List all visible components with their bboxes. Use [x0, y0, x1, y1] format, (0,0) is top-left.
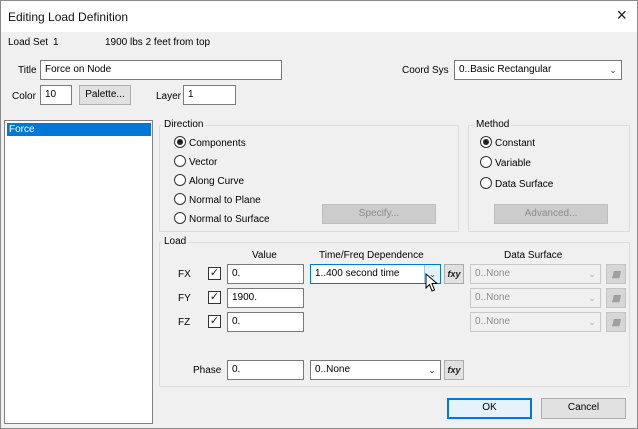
- radio-normal-to-plane-label: Normal to Plane: [189, 195, 261, 206]
- palette-button[interactable]: Palette...: [79, 85, 131, 105]
- radio-icon: [174, 174, 186, 187]
- radio-constant[interactable]: Constant: [480, 136, 536, 151]
- fx-label: FX: [178, 269, 191, 280]
- radio-normal-to-surface[interactable]: Normal to Surface: [174, 212, 270, 227]
- fz-checkbox[interactable]: ✓: [208, 315, 221, 328]
- radio-components-label: Components: [189, 138, 246, 149]
- fx-function-button[interactable]: fxy: [444, 264, 464, 284]
- fz-data-surface-select[interactable]: 0..None ⌄: [470, 312, 601, 332]
- radio-components[interactable]: Components: [174, 136, 246, 151]
- coord-sys-label: Coord Sys: [402, 65, 449, 76]
- ok-button[interactable]: OK: [447, 398, 532, 419]
- fx-time-freq-select[interactable]: 1..400 second time ⌄: [310, 264, 441, 284]
- radio-data-surface[interactable]: Data Surface: [480, 177, 554, 192]
- layer-input[interactable]: 1: [183, 85, 236, 105]
- fy-value-input[interactable]: 1900.: [227, 288, 304, 308]
- radio-normal-to-surface-label: Normal to Surface: [189, 214, 270, 225]
- title-label: Title: [18, 65, 37, 76]
- list-item-force[interactable]: Force: [7, 123, 151, 136]
- table-icon[interactable]: ▦: [606, 312, 626, 332]
- specify-button[interactable]: Specify...: [322, 204, 436, 224]
- window-title: Editing Load Definition: [8, 10, 129, 24]
- radio-icon: [480, 177, 492, 190]
- table-icon[interactable]: ▦: [606, 288, 626, 308]
- cancel-button[interactable]: Cancel: [541, 398, 626, 419]
- phase-function-select[interactable]: 0..None ⌄: [310, 360, 441, 380]
- radio-selected-icon: [174, 136, 186, 149]
- color-input[interactable]: 10: [40, 85, 72, 105]
- time-freq-header: Time/Freq Dependence: [319, 250, 424, 261]
- fy-data-surface-select[interactable]: 0..None ⌄: [470, 288, 601, 308]
- value-header: Value: [252, 250, 277, 261]
- radio-vector[interactable]: Vector: [174, 155, 218, 170]
- load-set-label: Load Set: [8, 37, 49, 48]
- fx-checkbox[interactable]: ✓: [208, 267, 221, 280]
- radio-data-surface-label: Data Surface: [495, 179, 554, 190]
- radio-variable[interactable]: Variable: [480, 156, 531, 171]
- check-icon: ✓: [209, 291, 220, 303]
- fx-data-surface-value: 0..None: [475, 268, 511, 279]
- close-icon[interactable]: ×: [616, 5, 627, 25]
- method-title: Method: [474, 119, 512, 130]
- title-bar: Editing Load Definition ×: [1, 1, 637, 32]
- fz-value-input[interactable]: 0.: [227, 312, 304, 332]
- phase-function-button[interactable]: fxy: [444, 360, 464, 380]
- table-icon[interactable]: ▦: [606, 264, 626, 284]
- phase-function-value: 0..None: [315, 364, 351, 375]
- chevron-down-icon: ⌄: [609, 65, 617, 75]
- fy-checkbox[interactable]: ✓: [208, 291, 221, 304]
- fx-time-freq-value: 1..400 second time: [315, 268, 400, 279]
- data-surface-header: Data Surface: [504, 250, 563, 261]
- load-set-number: 1: [53, 37, 59, 48]
- load-type-list[interactable]: Force: [4, 120, 153, 424]
- radio-icon: [174, 155, 186, 168]
- coord-sys-select[interactable]: 0..Basic Rectangular ⌄: [454, 60, 622, 80]
- radio-variable-label: Variable: [495, 158, 531, 169]
- phase-value-input[interactable]: 0.: [227, 360, 304, 380]
- chevron-down-icon: ⌄: [588, 317, 596, 327]
- radio-constant-label: Constant: [495, 138, 536, 149]
- radio-selected-icon: [480, 136, 492, 149]
- check-icon: ✓: [209, 267, 220, 279]
- chevron-down-icon: ⌄: [428, 365, 436, 375]
- load-set-name: 1900 lbs 2 feet from top: [105, 37, 211, 48]
- chevron-down-icon: ⌄: [588, 269, 596, 279]
- phase-label: Phase: [193, 365, 222, 376]
- radio-icon: [174, 212, 186, 225]
- radio-icon: [480, 156, 492, 169]
- radio-normal-to-plane[interactable]: Normal to Plane: [174, 193, 261, 208]
- fy-data-surface-value: 0..None: [475, 292, 511, 303]
- radio-along-curve-label: Along Curve: [189, 176, 245, 187]
- radio-along-curve[interactable]: Along Curve: [174, 174, 245, 189]
- fz-label: FZ: [178, 317, 191, 328]
- fz-data-surface-value: 0..None: [475, 316, 511, 327]
- coord-sys-value: 0..Basic Rectangular: [459, 64, 552, 75]
- check-icon: ✓: [209, 315, 220, 327]
- editing-load-definition-dialog: Editing Load Definition × Load Set 1 190…: [0, 0, 638, 429]
- radio-icon: [174, 193, 186, 206]
- layer-label: Layer: [156, 91, 182, 102]
- title-input[interactable]: Force on Node: [40, 60, 282, 80]
- advanced-button[interactable]: Advanced...: [494, 204, 608, 224]
- fx-value-input[interactable]: 0.: [227, 264, 304, 284]
- load-title: Load: [162, 236, 189, 247]
- chevron-down-icon: ⌄: [588, 293, 596, 303]
- fx-data-surface-select[interactable]: 0..None ⌄: [470, 264, 601, 284]
- radio-vector-label: Vector: [189, 157, 218, 168]
- mouse-cursor-icon: [425, 273, 439, 292]
- direction-title: Direction: [162, 119, 206, 130]
- fy-label: FY: [178, 293, 191, 304]
- color-label: Color: [12, 91, 36, 102]
